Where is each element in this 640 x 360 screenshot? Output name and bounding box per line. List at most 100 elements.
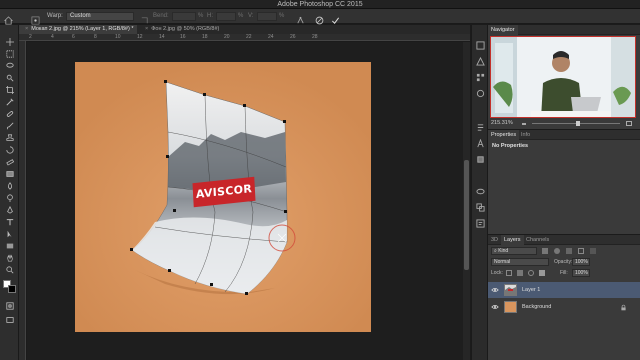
layer-name[interactable]: Background bbox=[522, 299, 551, 315]
ruler-tick: 6 bbox=[72, 34, 75, 40]
tab-channels[interactable]: Channels bbox=[523, 235, 552, 245]
reference-point-icon[interactable] bbox=[31, 12, 40, 25]
scroll-thumb[interactable] bbox=[464, 160, 469, 270]
tab-background-doc[interactable]: × Фон 2.jpg @ 50% (RGB/8#) bbox=[139, 25, 239, 34]
pen-tool-icon[interactable] bbox=[4, 205, 15, 214]
quick-mask-icon[interactable] bbox=[4, 301, 15, 310]
eye-icon[interactable] bbox=[491, 303, 499, 311]
tab-mockup[interactable]: × Мокап 2.jpg @ 215% (Layer 1, RGB/8#) * bbox=[19, 25, 137, 34]
styles-panel-icon[interactable] bbox=[476, 151, 485, 163]
color-panel-icon[interactable] bbox=[476, 53, 485, 66]
check-icon[interactable] bbox=[331, 12, 340, 24]
fill-field[interactable]: 100% bbox=[572, 269, 590, 277]
eye-icon[interactable] bbox=[491, 286, 499, 294]
vertical-scrollbar[interactable] bbox=[463, 42, 470, 360]
adjustments-panel-icon[interactable] bbox=[476, 85, 485, 98]
crop-tool-icon[interactable] bbox=[4, 85, 15, 94]
warp-handle[interactable] bbox=[164, 80, 167, 83]
dodge-tool-icon[interactable] bbox=[4, 193, 15, 202]
zoom-out-icon[interactable] bbox=[522, 123, 526, 125]
filter-adjust-icon[interactable] bbox=[554, 248, 560, 254]
warp-handle[interactable] bbox=[243, 104, 246, 107]
clone-stamp-tool-icon[interactable] bbox=[4, 133, 15, 142]
paragraph-panel-icon[interactable] bbox=[476, 119, 485, 131]
zoom-slider-handle[interactable] bbox=[576, 121, 580, 126]
layer-filter-kind[interactable]: ⌕ Kind bbox=[491, 247, 537, 255]
gradient-tool-icon[interactable] bbox=[4, 169, 15, 178]
quick-select-tool-icon[interactable] bbox=[4, 73, 15, 82]
eraser-tool-icon[interactable] bbox=[4, 157, 15, 166]
blur-tool-icon[interactable] bbox=[4, 181, 15, 190]
home-icon[interactable] bbox=[3, 12, 14, 25]
layer-row-background[interactable]: Background bbox=[488, 299, 640, 315]
lock-icons[interactable] bbox=[506, 270, 548, 276]
canvas-area[interactable]: AVISCOR bbox=[27, 42, 463, 360]
lock-pixels-icon[interactable] bbox=[517, 270, 523, 276]
lasso-tool-icon[interactable] bbox=[4, 61, 15, 70]
lock-transparent-icon[interactable] bbox=[506, 270, 512, 276]
lock-icon bbox=[621, 304, 626, 311]
navigator-thumbnail[interactable] bbox=[490, 36, 636, 118]
warp-select[interactable]: Custom bbox=[66, 12, 134, 21]
filter-shape-icon[interactable] bbox=[578, 248, 584, 254]
notes-panel-icon[interactable] bbox=[476, 215, 485, 228]
cancel-icon[interactable] bbox=[315, 12, 324, 25]
warp-handle[interactable] bbox=[130, 248, 133, 251]
close-tab-icon[interactable]: × bbox=[145, 26, 148, 32]
warp-handle[interactable] bbox=[203, 93, 206, 96]
background-color-swatch[interactable] bbox=[8, 285, 16, 293]
tab-navigator[interactable]: Navigator bbox=[488, 25, 518, 35]
marquee-tool-icon[interactable] bbox=[4, 49, 15, 58]
history-panel-icon[interactable] bbox=[476, 37, 485, 50]
path-select-tool-icon[interactable] bbox=[4, 229, 15, 238]
clone-source-icon[interactable] bbox=[476, 199, 485, 212]
brush-tool-icon[interactable] bbox=[4, 121, 15, 130]
filter-toggle-icons[interactable] bbox=[542, 248, 614, 254]
v-label: V: bbox=[248, 13, 254, 19]
eyedropper-tool-icon[interactable] bbox=[4, 97, 15, 106]
warp-orientation-icon[interactable] bbox=[140, 12, 149, 24]
lock-all-icon[interactable] bbox=[539, 270, 545, 276]
navigator-zoom[interactable]: 215.31% bbox=[491, 119, 513, 128]
tab-3d[interactable]: 3D bbox=[488, 235, 501, 245]
history-brush-tool-icon[interactable] bbox=[4, 145, 15, 154]
filter-type-icon[interactable] bbox=[566, 248, 572, 254]
puppet-warp-icon[interactable] bbox=[296, 12, 305, 24]
layer-name[interactable]: Layer 1 bbox=[522, 282, 540, 298]
rectangle-tool-icon[interactable] bbox=[4, 241, 15, 250]
type-tool-icon[interactable] bbox=[4, 217, 15, 226]
layer-row-layer1[interactable]: Layer 1 bbox=[488, 282, 640, 298]
filter-pixel-icon[interactable] bbox=[542, 248, 548, 254]
warp-handle[interactable] bbox=[284, 210, 287, 213]
warp-handle[interactable] bbox=[245, 292, 248, 295]
character-panel-icon[interactable] bbox=[476, 135, 485, 148]
screen-mode-icon[interactable] bbox=[4, 315, 15, 324]
lock-position-icon[interactable] bbox=[528, 270, 534, 276]
tab-info[interactable]: Info bbox=[518, 130, 533, 140]
3d-panel-icon[interactable] bbox=[476, 183, 485, 195]
v-field[interactable] bbox=[257, 12, 277, 21]
healing-brush-tool-icon[interactable] bbox=[4, 109, 15, 118]
bend-field[interactable] bbox=[172, 12, 196, 21]
warp-handle[interactable] bbox=[173, 209, 176, 212]
tab-layers[interactable]: Layers bbox=[501, 235, 524, 245]
blend-mode-select[interactable]: Normal bbox=[491, 258, 549, 266]
zoom-in-icon[interactable] bbox=[626, 121, 632, 126]
opacity-field[interactable]: 100% bbox=[572, 258, 590, 266]
warp-handle[interactable] bbox=[168, 269, 171, 272]
document-canvas[interactable]: AVISCOR bbox=[75, 62, 371, 332]
h-field[interactable] bbox=[216, 12, 236, 21]
warp-handle[interactable] bbox=[283, 120, 286, 123]
move-tool-icon[interactable] bbox=[4, 37, 15, 46]
swatches-panel-icon[interactable] bbox=[476, 69, 485, 82]
filter-smart-icon[interactable] bbox=[590, 248, 596, 254]
ruler-tick: 20 bbox=[224, 34, 230, 40]
tab-navigator-label: Navigator bbox=[491, 27, 515, 33]
tab-properties[interactable]: Properties bbox=[488, 130, 520, 140]
close-tab-icon[interactable]: × bbox=[25, 26, 28, 32]
hand-tool-icon[interactable] bbox=[4, 253, 15, 262]
zoom-tool-icon[interactable] bbox=[4, 265, 15, 274]
warp-handle[interactable] bbox=[210, 283, 213, 286]
warp-handle[interactable] bbox=[166, 155, 169, 158]
layers-panel: 3D Layers Channels ⌕ Kind Normal Opacity… bbox=[488, 235, 640, 360]
